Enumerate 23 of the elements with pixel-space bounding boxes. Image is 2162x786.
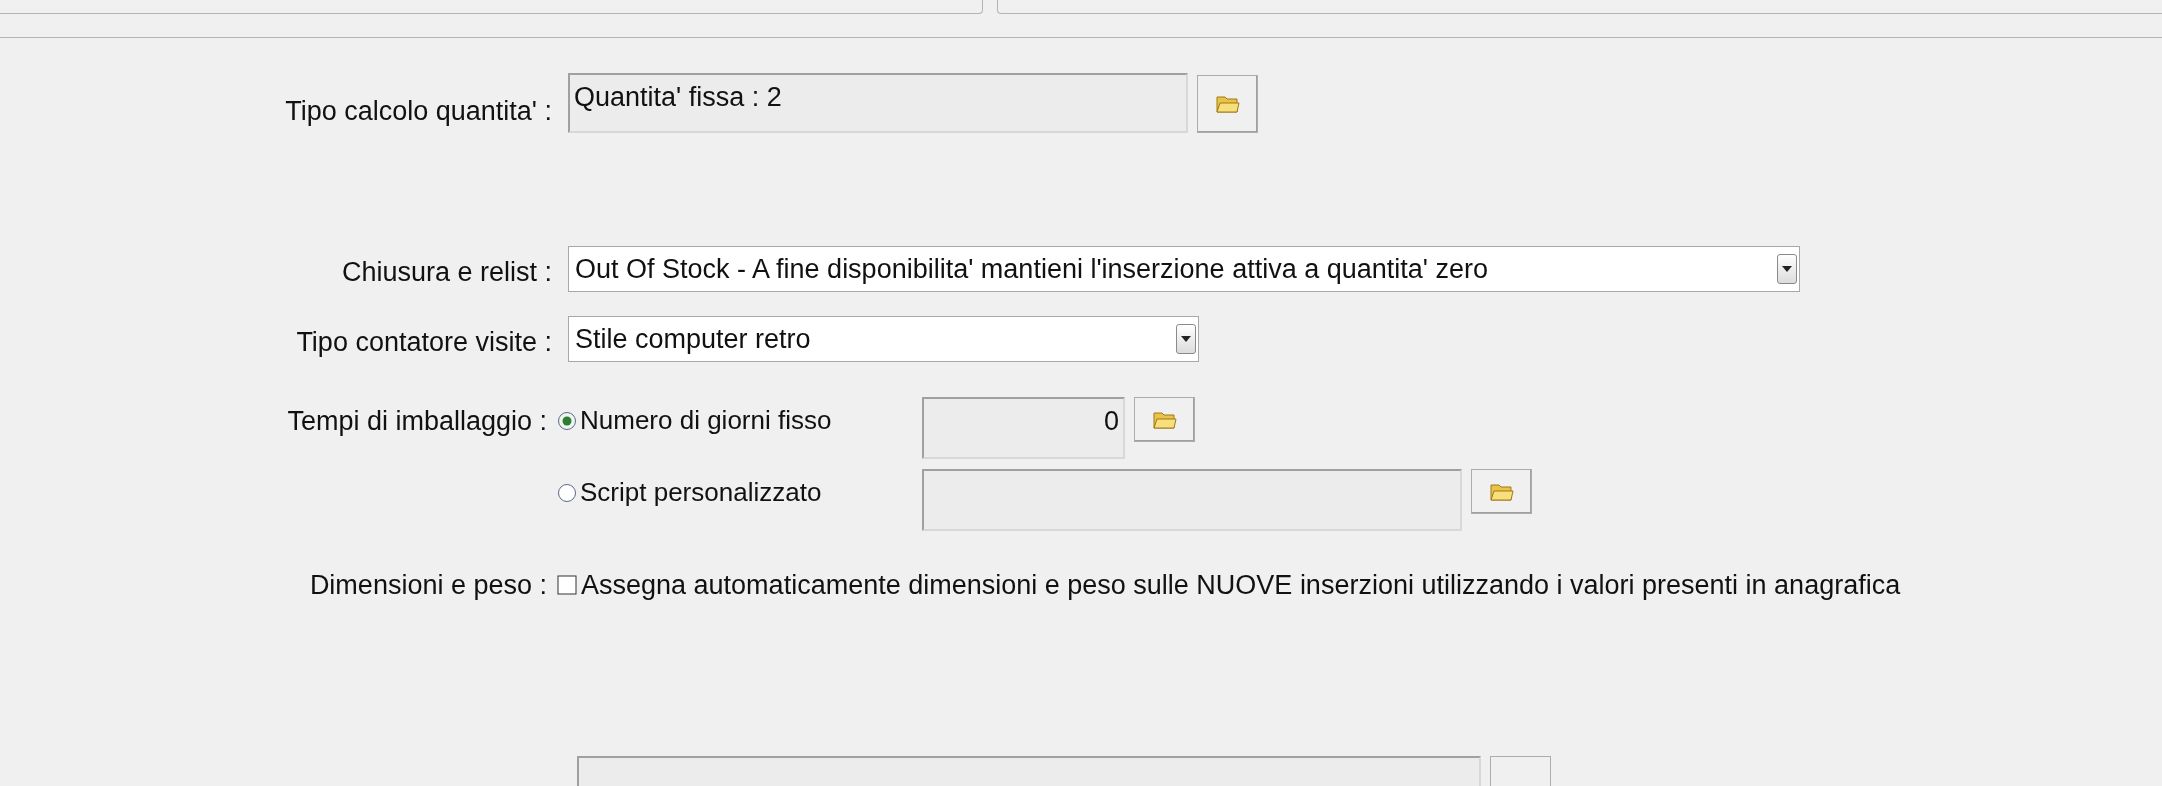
- text-field[interactable]: [577, 755, 1481, 786]
- dropdown[interactable]: Stile computer retro: [568, 315, 1199, 362]
- radio-icon[interactable]: [557, 410, 577, 431]
- field-label: Chiusura e relist :: [340, 256, 553, 289]
- dropdown[interactable]: Out Of Stock - A fine disponibilita' mantieni l'inserzione attiva a quantita' zero: [568, 246, 1800, 293]
- radio-label[interactable]: Numero di giorni fisso: [580, 401, 832, 440]
- text-field[interactable]: [922, 469, 1462, 531]
- radio-icon[interactable]: [557, 482, 577, 503]
- field-label: Tempi di imballaggio :: [286, 405, 548, 438]
- folder-button[interactable]: [1197, 75, 1258, 133]
- radio-label[interactable]: Script personalizzato: [580, 473, 822, 512]
- folder-icon: [1152, 409, 1177, 430]
- folder-icon: [1215, 94, 1240, 114]
- field-label: Tipo calcolo quantita' :: [284, 95, 553, 128]
- folder-button[interactable]: [1490, 755, 1551, 786]
- field-label: Tipo contatore visite :: [295, 325, 553, 359]
- checkbox-label[interactable]: Assegna automaticamente dimensioni e peso sulle NUOVE inserzioni utilizzando i valori presenti in anagrafica: [581, 565, 1901, 606]
- field-label: Dimensioni e peso :: [308, 569, 548, 602]
- checkbox-icon[interactable]: [557, 575, 577, 596]
- folder-icon: [1489, 481, 1514, 502]
- text-field[interactable]: 0: [922, 397, 1125, 459]
- folder-button[interactable]: [1471, 469, 1532, 514]
- folder-button[interactable]: [1134, 397, 1195, 442]
